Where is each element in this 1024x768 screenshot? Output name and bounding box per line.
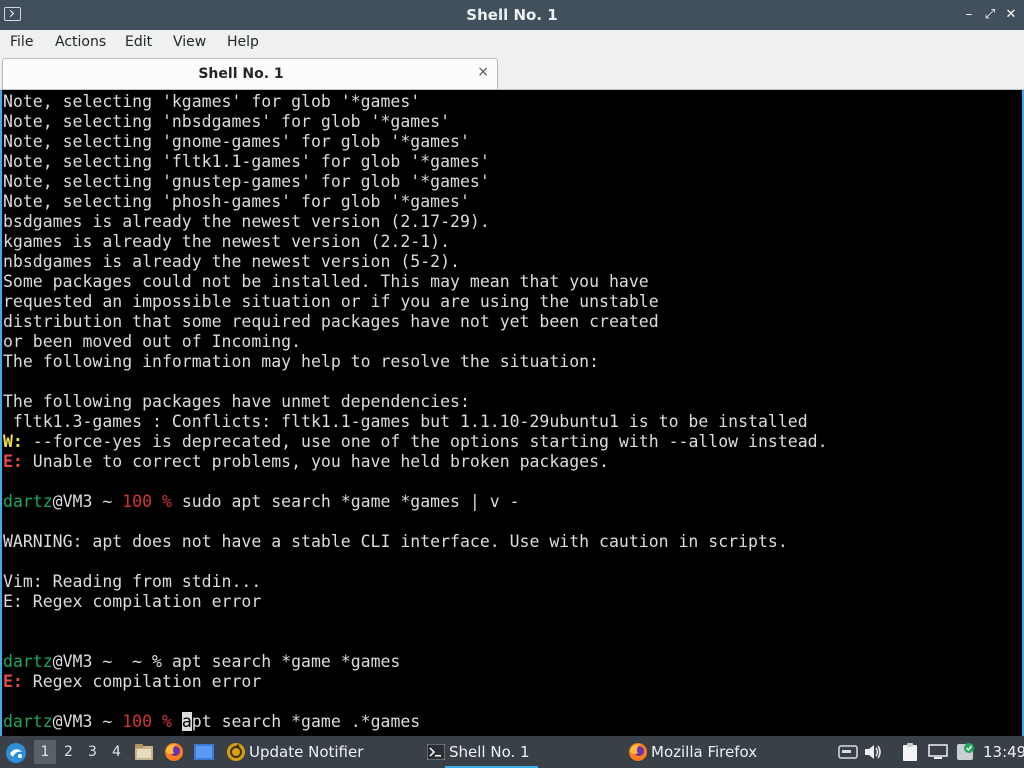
prompt-line-active[interactable]: dartz@VM3 ~ 100 % apt search *game .*gam… [3, 712, 828, 732]
error-prefix: E: [3, 672, 23, 691]
output-line: distribution that some required packages… [3, 312, 659, 331]
output-line: Note, selecting 'phosh-games' for glob '… [3, 192, 470, 211]
output-line: Note, selecting 'fltk1.1-games' for glob… [3, 152, 490, 171]
show-desktop-icon[interactable] [194, 744, 214, 760]
menu-bar: File Actions Edit View Help [0, 30, 1024, 56]
output-line: WARNING: apt does not have a stable CLI … [3, 532, 788, 551]
menu-view[interactable]: View [173, 34, 206, 50]
task-shell-no-1[interactable]: Shell No. 1 [445, 736, 538, 768]
prompt-host: @VM3 ~ [52, 652, 123, 671]
minimize-button[interactable]: – [960, 6, 978, 24]
close-window-button[interactable]: ✕ [1002, 6, 1020, 24]
terminal-output: Note, selecting 'kgames' for glob '*game… [3, 92, 828, 732]
output-line: Note, selecting 'gnome-games' for glob '… [3, 132, 470, 151]
warning-line: W: --force-yes is deprecated, use one of… [3, 432, 828, 452]
output-line: E: Regex compilation error [3, 592, 262, 611]
update-notifier-icon [227, 743, 245, 761]
workspace-2[interactable]: 2 [64, 744, 73, 760]
clipboard-icon[interactable] [900, 742, 920, 762]
error-text: Unable to correct problems, you have hel… [22, 452, 609, 471]
error-line: E: Regex compilation error [3, 672, 828, 692]
start-menu-icon[interactable] [5, 742, 27, 764]
error-line: E: Unable to correct problems, you have … [3, 452, 828, 472]
output-line: kgames is already the newest version (2.… [3, 232, 451, 251]
output-line: nbsdgames is already the newest version … [3, 252, 460, 271]
menu-file[interactable]: File [10, 34, 33, 50]
command-input[interactable]: pt search *game .*games [192, 712, 420, 731]
menu-actions[interactable]: Actions [55, 34, 106, 50]
prompt-user: dartz [3, 712, 53, 731]
prompt-line: dartz@VM3 ~ 100 % sudo apt search *game … [3, 492, 828, 512]
menu-edit[interactable]: Edit [125, 34, 152, 50]
update-check-icon[interactable] [955, 742, 975, 762]
terminal-task-icon [427, 744, 445, 760]
tab-close-icon[interactable]: × [477, 64, 489, 80]
workspace-3[interactable]: 3 [88, 744, 97, 760]
output-line: fltk1.3-games : Conflicts: fltk1.1-games… [3, 412, 808, 431]
clock[interactable]: 13:49 [983, 736, 1024, 768]
output-line: requested an impossible situation or if … [3, 292, 659, 311]
prompt-status: 100 % [122, 492, 172, 511]
taskbar: 1 2 3 4 Update Notifier Shell No. 1 Mozi… [0, 736, 1024, 768]
terminal-view[interactable]: Note, selecting 'kgames' for glob '*game… [0, 90, 1024, 736]
output-line: bsdgames is already the newest version (… [3, 212, 490, 231]
workspace-4[interactable]: 4 [112, 744, 121, 760]
firefox-task-icon [629, 743, 647, 761]
workspace-1[interactable]: 1 [34, 740, 56, 764]
output-line: The following information may help to re… [3, 352, 600, 371]
restore-button[interactable]: ⤢ [981, 6, 999, 24]
menu-help[interactable]: Help [227, 34, 259, 50]
error-text: Regex compilation error [22, 672, 262, 691]
output-line: Note, selecting 'gnustep-games' for glob… [3, 172, 490, 191]
output-line: Vim: Reading from stdin... [3, 572, 262, 591]
error-prefix: E: [3, 452, 23, 471]
warn-prefix: W: [3, 432, 23, 451]
prompt-user: dartz [3, 652, 53, 671]
output-line: Some packages could not be installed. Th… [3, 272, 649, 291]
network-icon[interactable] [928, 743, 948, 761]
text-cursor: a [181, 712, 192, 731]
prompt-user: dartz [3, 492, 53, 511]
command-text: apt search *game *games [171, 652, 401, 671]
task-mozilla-firefox[interactable]: Mozilla Firefox [651, 736, 757, 768]
storage-tray-icon[interactable] [838, 744, 858, 760]
volume-icon[interactable] [864, 744, 882, 760]
task-update-notifier[interactable]: Update Notifier [249, 736, 363, 768]
output-line: Note, selecting 'nbsdgames' for glob '*g… [3, 112, 451, 131]
window-titlebar[interactable]: Shell No. 1 – ⤢ ✕ [0, 0, 1024, 30]
file-manager-icon[interactable] [134, 743, 154, 761]
output-line: or been moved out of Incoming. [3, 332, 302, 351]
output-line: Note, selecting 'kgames' for glob '*game… [3, 92, 421, 111]
output-line: The following packages have unmet depend… [3, 392, 470, 411]
prompt-separator: ~ % [122, 652, 172, 671]
prompt-line: dartz@VM3 ~ ~ % apt search *game *games [3, 652, 828, 672]
firefox-launcher-icon[interactable] [164, 742, 184, 762]
prompt-status: 100 % [122, 712, 172, 731]
tab-label: Shell No. 1 [198, 66, 284, 82]
window-title: Shell No. 1 [466, 6, 558, 24]
prompt-host: @VM3 ~ [52, 712, 123, 731]
warn-text: --force-yes is deprecated, use one of th… [22, 432, 828, 451]
prompt-host: @VM3 ~ [52, 492, 123, 511]
tab-bar: Shell No. 1 × [0, 56, 1024, 90]
command-text: sudo apt search *game *games | v - [171, 492, 520, 511]
tab-shell-1[interactable]: Shell No. 1 × [2, 58, 498, 89]
